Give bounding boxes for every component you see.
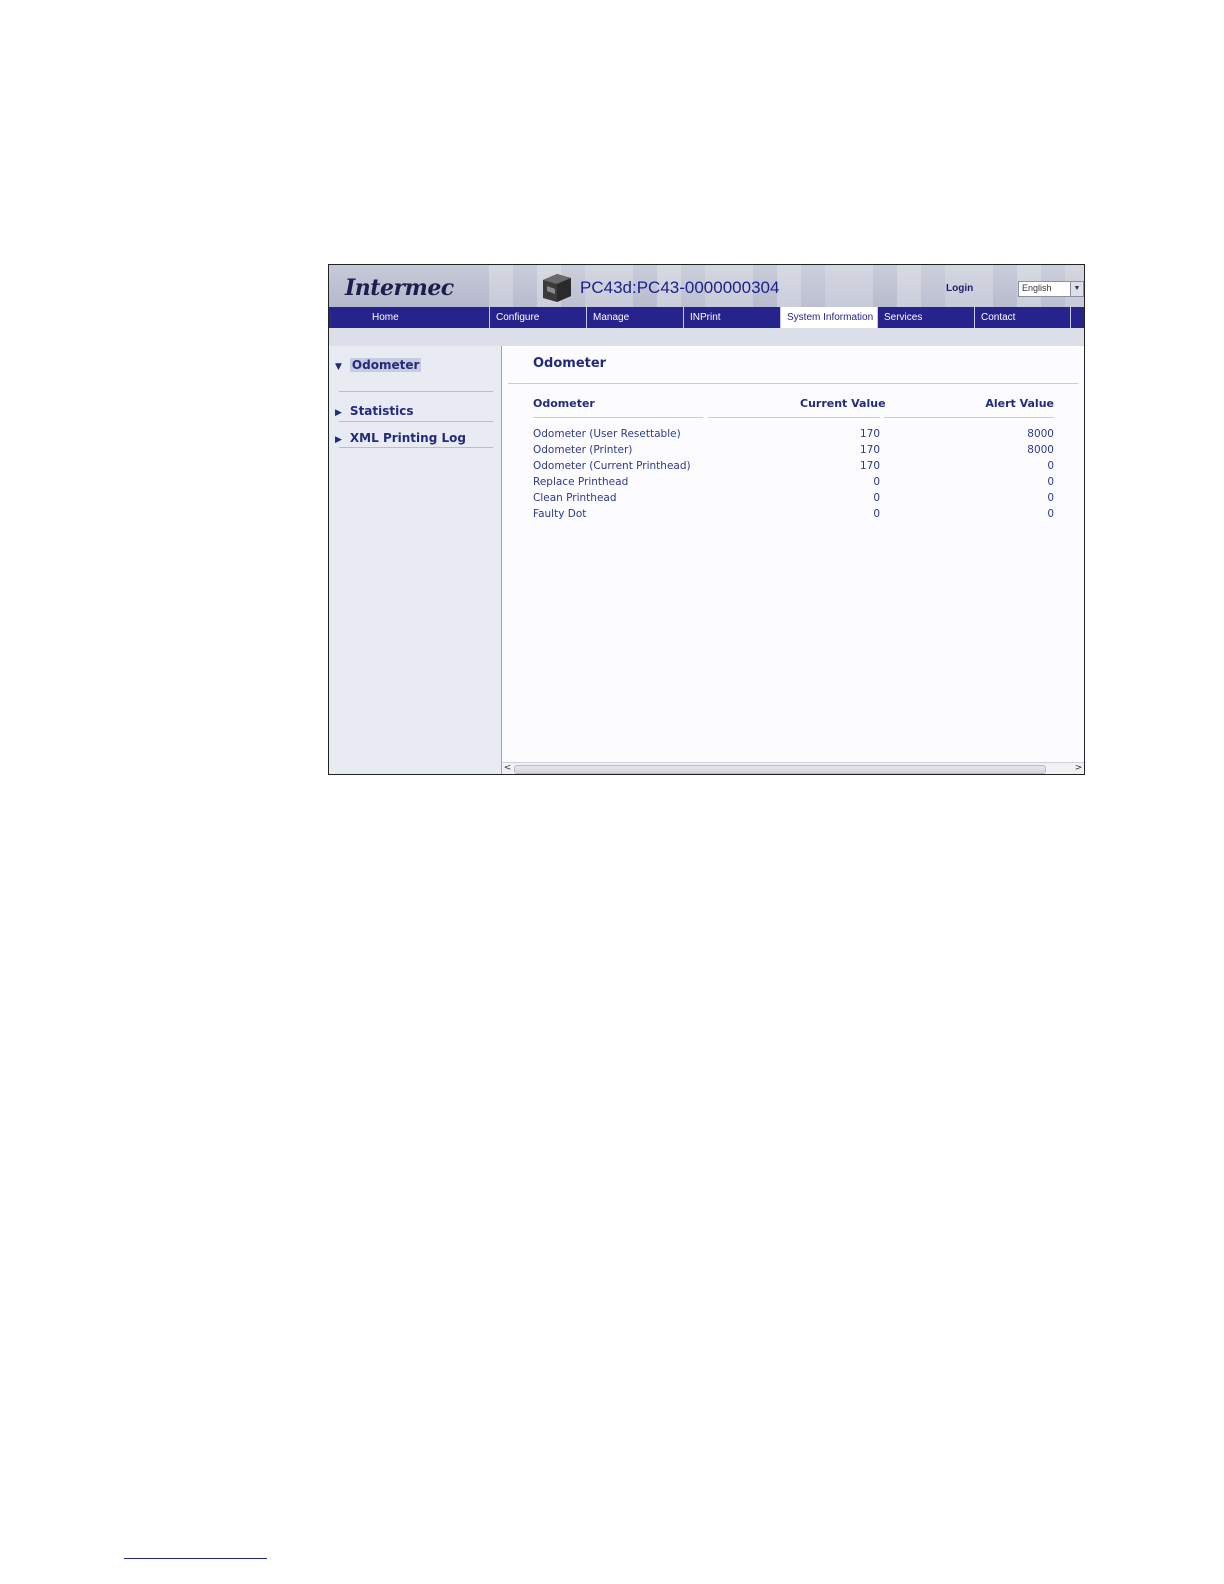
row-name: Replace Printhead <box>533 476 629 488</box>
content-panel: Odometer Odometer Current Value Alert Va… <box>502 346 1084 774</box>
sidebar-divider <box>339 421 493 422</box>
row-current-value: 0 <box>873 508 880 520</box>
row-alert-value: 0 <box>1047 476 1054 488</box>
horizontal-scrollbar[interactable]: < > <box>502 762 1084 774</box>
header-divider <box>884 417 1054 418</box>
sidebar-item-odometer[interactable]: ▼ Odometer <box>335 358 422 372</box>
sidebar-item-statistics[interactable]: ▶ Statistics <box>335 404 414 418</box>
column-header-current-value: Current Value <box>800 397 886 410</box>
tab-system-information[interactable]: System Information <box>781 307 878 328</box>
tab-inprint[interactable]: INPrint <box>684 307 781 328</box>
tab-contact[interactable]: Contact <box>975 307 1071 328</box>
scroll-left-icon[interactable]: < <box>502 763 513 774</box>
sidebar-divider <box>339 447 493 448</box>
main-nav: Home Configure Manage INPrint System Inf… <box>329 307 1084 328</box>
title-divider <box>508 383 1078 384</box>
device-title: PC43d:PC43-0000000304 <box>580 278 780 297</box>
row-name: Odometer (User Resettable) <box>533 428 681 440</box>
chevron-down-icon[interactable]: ▼ <box>1070 282 1083 296</box>
nav-subbar <box>329 328 1084 346</box>
column-header-alert-value: Alert Value <box>985 397 1054 410</box>
triangle-down-icon: ▼ <box>335 362 342 372</box>
row-alert-value: 0 <box>1047 492 1054 504</box>
row-name: Odometer (Current Printhead) <box>533 460 691 472</box>
scrollbar-thumb[interactable] <box>514 765 1046 774</box>
triangle-right-icon: ▶ <box>335 408 342 418</box>
column-header-odometer: Odometer <box>533 397 595 410</box>
tab-home[interactable]: Home <box>329 307 490 328</box>
row-alert-value: 0 <box>1047 508 1054 520</box>
header-divider <box>708 417 880 418</box>
sidebar: ▼ Odometer ▶ Statistics ▶ XML Printing Log <box>329 346 502 774</box>
intermec-logo: Intermec <box>345 275 454 301</box>
printer-web-ui-screenshot: Intermec PC43d:PC43-0000000304 Login Eng… <box>328 264 1085 775</box>
row-name: Clean Printhead <box>533 492 617 504</box>
scroll-right-icon[interactable]: > <box>1073 763 1084 774</box>
sidebar-divider <box>339 391 493 392</box>
header-divider <box>533 417 703 418</box>
sidebar-item-label: Statistics <box>349 404 414 418</box>
sidebar-item-label: Odometer <box>349 358 422 372</box>
login-link[interactable]: Login <box>946 283 973 294</box>
row-current-value: 170 <box>859 460 880 472</box>
row-current-value: 0 <box>873 476 880 488</box>
row-name: Odometer (Printer) <box>533 444 633 456</box>
row-current-value: 0 <box>873 492 880 504</box>
printer-icon <box>543 274 571 302</box>
triangle-right-icon: ▶ <box>335 435 342 445</box>
row-current-value: 170 <box>859 428 880 440</box>
header-banner-background <box>489 265 1084 307</box>
header: Intermec PC43d:PC43-0000000304 Login Eng… <box>329 265 1084 307</box>
language-select[interactable]: English ▼ <box>1018 281 1084 297</box>
tab-configure[interactable]: Configure <box>490 307 587 328</box>
sidebar-item-label: XML Printing Log <box>349 431 466 445</box>
page-title: Odometer <box>533 356 607 371</box>
row-alert-value: 8000 <box>1027 428 1054 440</box>
tab-services[interactable]: Services <box>878 307 975 328</box>
row-current-value: 170 <box>859 444 880 456</box>
tab-manage[interactable]: Manage <box>587 307 684 328</box>
language-select-value: English <box>1022 283 1052 293</box>
row-alert-value: 8000 <box>1027 444 1054 456</box>
row-alert-value: 0 <box>1047 460 1054 472</box>
row-name: Faulty Dot <box>533 508 587 520</box>
footer-rule <box>124 1558 267 1559</box>
sidebar-item-xml-printing-log[interactable]: ▶ XML Printing Log <box>335 431 466 445</box>
